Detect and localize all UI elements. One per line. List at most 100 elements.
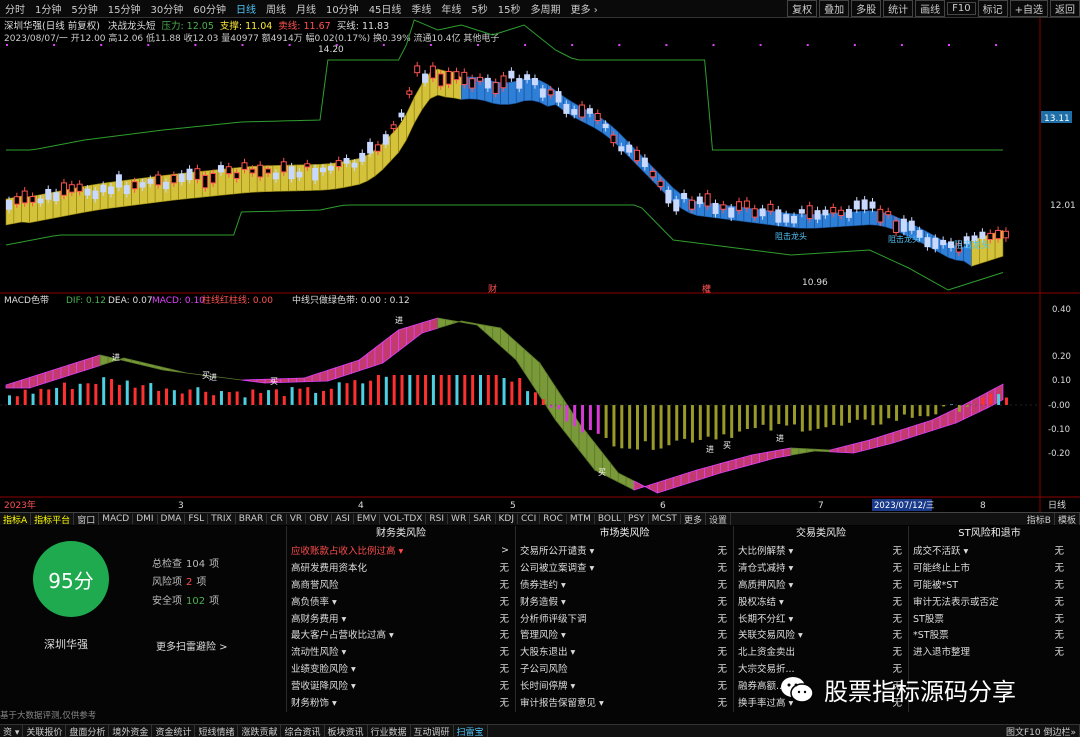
risk-row[interactable]: 债券违约 ▾ 无: [516, 576, 733, 593]
indicator-tab[interactable]: 指标平台: [31, 513, 75, 525]
event-marker[interactable]: 權: [702, 283, 711, 295]
risk-row[interactable]: 长时间停牌 ▾ 无: [516, 676, 733, 693]
dif-value: DIF: 0.12: [66, 296, 106, 306]
indicator-tab[interactable]: TRIX: [208, 514, 236, 524]
risk-row[interactable]: 可能终止上市 无: [909, 559, 1070, 576]
risk-row[interactable]: 清仓式减持 ▾ 无: [734, 559, 908, 576]
risk-item-value: 无: [717, 663, 727, 675]
risk-row[interactable]: ST股票 无: [909, 609, 1070, 626]
risk-row[interactable]: 财务造假 ▾ 无: [516, 592, 733, 609]
risk-row[interactable]: 管理风险 ▾ 无: [516, 626, 733, 643]
event-marker[interactable]: 财: [488, 283, 497, 295]
risk-row[interactable]: 大比例解禁 ▾ 无: [734, 542, 908, 559]
score-circle[interactable]: 95分: [33, 541, 109, 617]
macd-chart[interactable]: [0, 317, 1040, 494]
risk-item-label: 子公司风险: [520, 663, 568, 675]
bottom-tab[interactable]: 互动调研: [411, 725, 454, 737]
indicator-tab[interactable]: 指标B: [1024, 513, 1055, 525]
risk-item-label: *ST股票: [913, 630, 949, 642]
indicator-tab[interactable]: 设置: [706, 513, 731, 525]
risk-item-value: 无: [717, 647, 727, 659]
indicator-tab[interactable]: 模板: [1055, 513, 1080, 525]
risk-row[interactable]: 审计报告保留意见 ▾ 无: [516, 693, 733, 710]
risk-row[interactable]: 营收诞降风险 ▾ 无: [287, 676, 515, 693]
risk-item-value: 无: [717, 680, 727, 692]
risk-row[interactable]: 子公司风险 无: [516, 660, 733, 677]
risk-row[interactable]: 高负债率 ▾ 无: [287, 592, 515, 609]
bottom-tab[interactable]: 资金统计: [152, 725, 196, 737]
risk-row[interactable]: 高研发费用资本化 无: [287, 559, 515, 576]
risk-row[interactable]: *ST股票 无: [909, 626, 1070, 643]
risk-row[interactable]: 业绩变脸风险 ▾ 无: [287, 660, 515, 677]
risk-row[interactable]: 审计无法表示或否定 无: [909, 592, 1070, 609]
chart-area[interactable]: 14.20 10.96 13.11 12.01 阻击龙头 阻击龙头 阻击龙头 财…: [0, 0, 1080, 512]
risk-row[interactable]: 分析师评级下调 无: [516, 609, 733, 626]
indicator-tab[interactable]: KDJ: [496, 514, 518, 524]
indicator-tab[interactable]: VR: [287, 514, 307, 524]
risk-row[interactable]: 最大客户占营收比过高 ▾ 无: [287, 626, 515, 643]
f10-link[interactable]: 图文F10 倒边栏»: [1003, 725, 1080, 737]
bottom-tab[interactable]: 短线情绪: [195, 725, 239, 737]
annotation-label: 阻击龙头: [888, 234, 920, 244]
risk-item-value: >: [501, 544, 509, 556]
indicator-tab[interactable]: DMI: [133, 514, 158, 524]
bottom-tab[interactable]: 关联报价: [23, 725, 67, 737]
risk-row[interactable]: 交易所公开谴责 ▾ 无: [516, 542, 733, 559]
indicator-tab[interactable]: MTM: [567, 514, 595, 524]
bottom-tab[interactable]: 资 ▾: [0, 725, 24, 737]
indicator-tab[interactable]: RSI: [426, 514, 449, 524]
risk-item-label: 大比例解禁 ▾: [738, 546, 794, 558]
risk-row[interactable]: 股权冻结 ▾ 无: [734, 592, 908, 609]
bottom-tab[interactable]: 板块资讯: [325, 725, 368, 737]
risk-column-title: 市场类风险: [599, 528, 650, 539]
risk-row[interactable]: 高质押风险 ▾ 无: [734, 576, 908, 593]
risk-item-value: 无: [892, 630, 902, 642]
indicator-tab[interactable]: 更多: [681, 513, 706, 525]
indicator-tab[interactable]: ASI: [332, 514, 354, 524]
indicator-tab[interactable]: CCI: [518, 514, 541, 524]
watermark-text: 股票指标源码分享: [824, 678, 1016, 706]
indicator-tab[interactable]: CR: [267, 514, 287, 524]
indicator-tab[interactable]: PSY: [625, 514, 649, 524]
risk-row[interactable]: 财务粉饰 ▾ 无: [287, 693, 515, 710]
indicator-tab[interactable]: VOL-TDX: [380, 514, 427, 524]
indicator-tab[interactable]: BRAR: [236, 514, 268, 524]
risk-item-value: 无: [1054, 596, 1064, 608]
xaxis-cursor-label: 2023/07/12/三: [874, 501, 934, 511]
indicator-tab[interactable]: OBV: [306, 514, 333, 524]
bottom-tab[interactable]: 行业数据: [368, 725, 411, 737]
indicator-tab[interactable]: 窗口: [74, 513, 100, 525]
bottom-tab[interactable]: 扫雷宝: [454, 725, 488, 737]
more-scan-link[interactable]: 更多扫雷避险 >: [156, 638, 228, 653]
indicator-tab[interactable]: MCST: [649, 514, 681, 524]
indicator-tab[interactable]: 指标A: [0, 513, 32, 525]
bottom-tab[interactable]: 境外资金: [109, 725, 153, 737]
indicator-tab[interactable]: BOLL: [595, 514, 626, 524]
total-count: 104: [186, 559, 206, 570]
indicator-tab[interactable]: DMA: [158, 514, 186, 524]
indicator-tab[interactable]: WR: [448, 514, 471, 524]
bottom-tab[interactable]: 综合资讯: [281, 725, 325, 737]
risk-row[interactable]: 可能被*ST 无: [909, 576, 1070, 593]
risk-item-label: 关联交易风险 ▾: [738, 630, 803, 642]
indicator-tab[interactable]: ROC: [540, 514, 567, 524]
risk-row[interactable]: 北上资金卖出 无: [734, 643, 908, 660]
risk-row[interactable]: 成交不活跃 ▾ 无: [909, 542, 1070, 559]
indicator-tab[interactable]: MACD: [99, 514, 134, 524]
risk-row[interactable]: 高商誉风险 无: [287, 576, 515, 593]
risk-row[interactable]: 大股东退出 ▾ 无: [516, 643, 733, 660]
score-summary: 95分 深圳华强 总检查 104 项 风险项 2 项 安全项 102 项 更多扫雷避险 > …: [0, 526, 285, 724]
risk-row[interactable]: 公司被立案调查 ▾ 无: [516, 559, 733, 576]
risk-row[interactable]: 进入退市整理 无: [909, 643, 1070, 660]
risk-row[interactable]: 关联交易风险 ▾ 无: [734, 626, 908, 643]
risk-row[interactable]: 高财务费用 ▾ 无: [287, 609, 515, 626]
risk-item-label: ST股票: [913, 613, 944, 625]
indicator-tab[interactable]: FSL: [185, 514, 209, 524]
indicator-tab[interactable]: EMV: [354, 514, 381, 524]
risk-row[interactable]: 流动性风险 ▾ 无: [287, 643, 515, 660]
risk-row[interactable]: 应收账款占收入比例过高 ▾ >: [287, 542, 515, 559]
indicator-tab[interactable]: SAR: [470, 514, 496, 524]
bottom-tab[interactable]: 涨跌贡献: [238, 725, 282, 737]
risk-row[interactable]: 长期不分红 ▾ 无: [734, 609, 908, 626]
bottom-tab[interactable]: 盘面分析: [66, 725, 110, 737]
